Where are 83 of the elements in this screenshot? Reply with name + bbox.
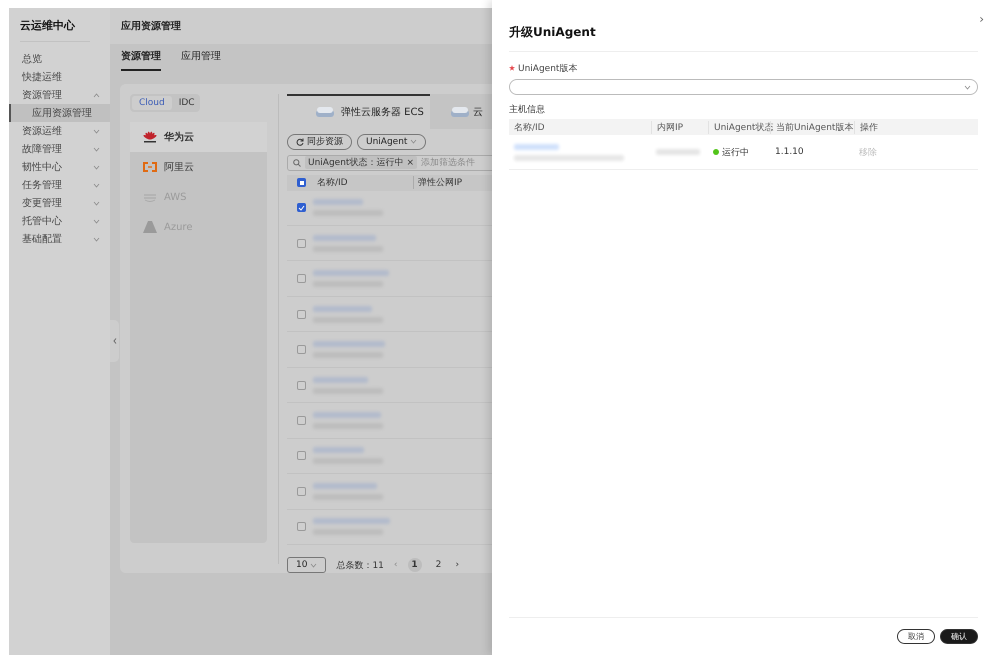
close-icon[interactable]: × <box>406 158 414 168</box>
checkbox[interactable] <box>297 416 306 425</box>
drawer-title: 升级UniAgent <box>509 0 978 52</box>
checkbox[interactable] <box>297 486 306 496</box>
next-button[interactable]: › <box>456 560 460 570</box>
chevron-icon <box>93 218 100 224</box>
provider-item[interactable]: 华为云 <box>130 122 267 152</box>
sidebar-item[interactable]: 应用资源管理 <box>9 104 110 122</box>
sidebar-item[interactable]: 基础配置 <box>9 230 110 248</box>
sidebar-item[interactable]: 韧性中心 <box>9 158 110 176</box>
resource-tab[interactable]: 云 <box>430 94 492 129</box>
chevron-icon <box>93 92 100 98</box>
blurred-text <box>313 412 383 429</box>
petal-icon <box>143 131 157 143</box>
chevron-icon <box>93 182 100 188</box>
checkbox[interactable] <box>297 345 306 354</box>
chevron-icon <box>93 146 100 152</box>
column-header: 内网IP <box>651 120 708 134</box>
blurred-text <box>313 234 383 252</box>
total-count: 总条数：11 <box>336 560 384 572</box>
chevron-left-icon <box>112 338 116 344</box>
version-select[interactable] <box>509 79 978 95</box>
tab[interactable]: 资源管理 <box>121 49 161 71</box>
refresh-icon <box>296 138 304 146</box>
checkbox[interactable] <box>297 274 306 284</box>
blurred-text <box>313 341 385 358</box>
chevron-icon <box>93 236 100 242</box>
provider-item[interactable]: 阿里云 <box>130 152 267 182</box>
blurred-text <box>313 376 383 394</box>
sidebar-item[interactable]: 总览 <box>9 50 110 68</box>
sidebar-item[interactable]: 托管中心 <box>9 212 110 230</box>
page-size-dropdown[interactable]: 10 <box>287 557 326 573</box>
blurred-text <box>313 199 383 216</box>
filter-tag: UniAgent状态：运行中 × <box>305 156 417 170</box>
sidebar-item[interactable]: 任务管理 <box>9 176 110 194</box>
column-header: 操作 <box>854 120 914 134</box>
triangle-icon <box>143 221 157 233</box>
chevron-icon <box>93 200 100 206</box>
version-text: 1.1.10 <box>775 147 804 157</box>
blurred-text <box>313 482 383 500</box>
sidebar-item[interactable]: 资源管理 <box>9 86 110 104</box>
confirm-button[interactable]: 确认 <box>940 629 978 644</box>
agent-dropdown[interactable]: UniAgent <box>357 134 426 150</box>
checkbox[interactable] <box>297 238 306 248</box>
page-number[interactable]: 2 <box>432 558 446 572</box>
chevron-icon <box>410 139 418 144</box>
chevron-icon <box>93 164 100 170</box>
chevron-icon <box>964 84 971 90</box>
blurred-text <box>656 149 700 155</box>
chevron-icon <box>93 128 100 134</box>
segment-tab[interactable]: Cloud <box>132 96 172 110</box>
blurred-text <box>313 306 383 323</box>
field-label: UniAgent版本 <box>509 62 978 75</box>
app-title: 云运维中心 <box>20 18 90 42</box>
sync-button[interactable]: 同步资源 <box>287 134 352 150</box>
checkbox[interactable] <box>297 380 306 390</box>
checkbox[interactable] <box>297 178 306 188</box>
column-header: 名称/ID <box>316 176 349 190</box>
segment-tab[interactable]: IDC <box>172 96 202 110</box>
server-icon <box>450 106 470 119</box>
status-text: 运行中 <box>722 146 749 158</box>
sidebar-item[interactable]: 故障管理 <box>9 140 110 158</box>
bracket-icon <box>143 162 157 172</box>
blurred-text <box>313 447 383 464</box>
server-icon <box>315 106 335 119</box>
chevron-icon <box>310 562 318 568</box>
smile-arrow-icon <box>143 192 157 202</box>
checkbox[interactable] <box>297 451 306 460</box>
checkbox[interactable] <box>297 522 306 532</box>
column-header: 名称/ID <box>513 122 546 134</box>
section-title: 主机信息 <box>509 104 546 116</box>
tab[interactable]: 应用管理 <box>181 49 221 71</box>
collapse-handle[interactable] <box>110 320 119 362</box>
checkbox[interactable] <box>297 310 306 319</box>
cancel-button[interactable]: 取消 <box>897 629 935 644</box>
sidebar-item[interactable]: 变更管理 <box>9 194 110 212</box>
checkbox[interactable] <box>297 203 306 212</box>
sidebar-item[interactable]: 快捷运维 <box>9 68 110 86</box>
close-button[interactable]: › <box>979 12 984 26</box>
page-number[interactable]: 1 <box>408 558 422 572</box>
sidebar-item[interactable]: 资源运维 <box>9 122 110 140</box>
search-icon <box>293 158 301 167</box>
page-title: 应用资源管理 <box>110 8 492 44</box>
